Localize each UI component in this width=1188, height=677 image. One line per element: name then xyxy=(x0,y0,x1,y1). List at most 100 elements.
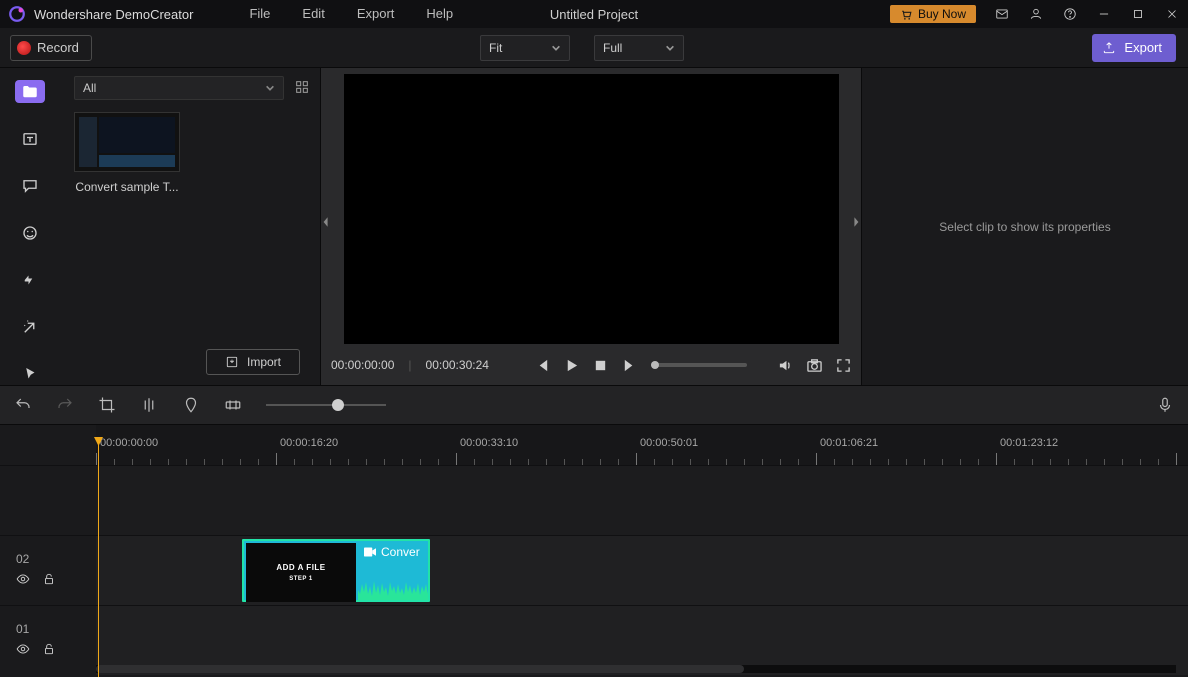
stop-button[interactable] xyxy=(593,358,608,373)
preview-canvas[interactable] xyxy=(344,74,839,344)
fullscreen-button[interactable] xyxy=(836,358,851,373)
record-label: Record xyxy=(37,40,79,55)
timeline-horizontal-scrollbar[interactable] xyxy=(96,665,1176,673)
menu-edit[interactable]: Edit xyxy=(286,0,340,28)
voiceover-button[interactable] xyxy=(1156,396,1174,414)
clip-label: Conver xyxy=(381,545,420,559)
track-visibility-toggle[interactable] xyxy=(16,572,30,589)
track-02: 02 ADD A FILE STEP 1 Conver xyxy=(0,535,1188,605)
thumbnail-preview xyxy=(75,113,179,171)
timeline-ruler[interactable]: 00:00:00:00 00:00:16:20 00:00:33:10 00:0… xyxy=(96,425,1188,465)
menu-export[interactable]: Export xyxy=(341,0,411,28)
ruler-label: 00:00:50:01 xyxy=(640,437,698,449)
export-button[interactable]: Export xyxy=(1092,34,1176,62)
thumbnail-caption: Convert sample T... xyxy=(74,180,180,194)
preview-collapse-right[interactable] xyxy=(851,207,861,237)
minimize-icon[interactable] xyxy=(1096,6,1112,22)
record-dot-icon xyxy=(17,41,31,55)
chevron-down-icon xyxy=(665,43,675,53)
preview-controls: 00:00:00:00 | 00:00:30:24 xyxy=(321,345,861,385)
category-effects[interactable] xyxy=(15,315,45,338)
main-area: All Convert sample T... Import xyxy=(0,68,1188,385)
media-panel: All Convert sample T... Import xyxy=(60,68,321,385)
ruler-label: 00:00:16:20 xyxy=(280,437,338,449)
next-frame-button[interactable] xyxy=(622,358,637,373)
total-time: 00:00:30:24 xyxy=(426,358,489,372)
category-stickers[interactable] xyxy=(15,221,45,244)
category-sidebar xyxy=(0,68,60,385)
media-filter-value: All xyxy=(83,81,96,95)
toolbar: Record Fit Full Export xyxy=(0,28,1188,68)
preview-scale-value: Fit xyxy=(489,41,502,55)
undo-button[interactable] xyxy=(14,396,32,414)
volume-button[interactable] xyxy=(778,358,793,373)
preview-scale-select[interactable]: Fit xyxy=(480,35,570,61)
ruler-label: 00:00:33:10 xyxy=(460,437,518,449)
export-icon xyxy=(1102,41,1116,55)
video-icon xyxy=(364,547,376,557)
media-filter-select[interactable]: All xyxy=(74,76,284,100)
import-label: Import xyxy=(247,355,281,369)
import-button[interactable]: Import xyxy=(206,349,300,375)
properties-panel: Select clip to show its properties xyxy=(861,68,1188,385)
preview-panel: 00:00:00:00 | 00:00:30:24 xyxy=(321,68,861,385)
buy-now-label: Buy Now xyxy=(918,7,966,21)
cart-icon xyxy=(900,8,913,21)
clip-waveform xyxy=(358,576,428,600)
category-annotations[interactable] xyxy=(15,174,45,197)
properties-empty-message: Select clip to show its properties xyxy=(939,220,1110,234)
help-icon[interactable] xyxy=(1062,6,1078,22)
media-layout-toggle[interactable] xyxy=(294,79,312,97)
crop-button[interactable] xyxy=(98,396,116,414)
media-thumbnail[interactable]: Convert sample T... xyxy=(74,112,180,194)
record-button[interactable]: Record xyxy=(10,35,92,61)
snapshot-button[interactable] xyxy=(807,358,822,373)
preview-scrubber[interactable] xyxy=(651,363,747,367)
category-cursor[interactable] xyxy=(15,362,45,385)
main-menu: File Edit Export Help xyxy=(233,0,469,28)
category-transitions[interactable] xyxy=(15,268,45,291)
ruler-label: 00:01:23:12 xyxy=(1000,437,1058,449)
messages-icon[interactable] xyxy=(994,6,1010,22)
clip-thumb-text: ADD A FILE xyxy=(276,563,325,572)
maximize-icon[interactable] xyxy=(1130,6,1146,22)
account-icon[interactable] xyxy=(1028,6,1044,22)
time-separator: | xyxy=(408,358,411,372)
clip-thumbnail: ADD A FILE STEP 1 xyxy=(246,543,356,602)
app-name: Wondershare DemoCreator xyxy=(34,7,193,22)
preview-view-select[interactable]: Full xyxy=(594,35,684,61)
redo-button[interactable] xyxy=(56,396,74,414)
track-number: 02 xyxy=(16,552,96,566)
ruler-label: 00:01:06:21 xyxy=(820,437,878,449)
timeline-clip[interactable]: ADD A FILE STEP 1 Conver xyxy=(242,539,430,602)
timeline-toolbar xyxy=(0,385,1188,425)
import-icon xyxy=(225,355,239,369)
export-label: Export xyxy=(1124,40,1162,55)
playhead[interactable] xyxy=(98,437,99,677)
timeline: 00:00:00:00 00:00:16:20 00:00:33:10 00:0… xyxy=(0,425,1188,677)
category-media[interactable] xyxy=(15,80,45,103)
current-time: 00:00:00:00 xyxy=(331,358,394,372)
track-lock-toggle[interactable] xyxy=(42,572,56,589)
menu-file[interactable]: File xyxy=(233,0,286,28)
close-icon[interactable] xyxy=(1164,6,1180,22)
preview-view-value: Full xyxy=(603,41,622,55)
play-button[interactable] xyxy=(564,358,579,373)
prev-frame-button[interactable] xyxy=(535,358,550,373)
track-number: 01 xyxy=(16,622,96,636)
clip-thumb-subtext: STEP 1 xyxy=(289,576,313,582)
track-visibility-toggle[interactable] xyxy=(16,642,30,659)
preview-collapse-left[interactable] xyxy=(321,207,331,237)
app-logo-icon xyxy=(8,5,26,23)
split-button[interactable] xyxy=(140,396,158,414)
titlebar: Wondershare DemoCreator File Edit Export… xyxy=(0,0,1188,28)
chevron-down-icon xyxy=(265,83,275,93)
buy-now-button[interactable]: Buy Now xyxy=(890,5,976,23)
track-lock-toggle[interactable] xyxy=(42,642,56,659)
ruler-label: 00:00:00:00 xyxy=(100,437,158,449)
menu-help[interactable]: Help xyxy=(410,0,469,28)
marker-button[interactable] xyxy=(182,396,200,414)
timeline-zoom-slider[interactable] xyxy=(266,404,386,406)
edit-mode-button[interactable] xyxy=(224,396,242,414)
category-text[interactable] xyxy=(15,127,45,150)
